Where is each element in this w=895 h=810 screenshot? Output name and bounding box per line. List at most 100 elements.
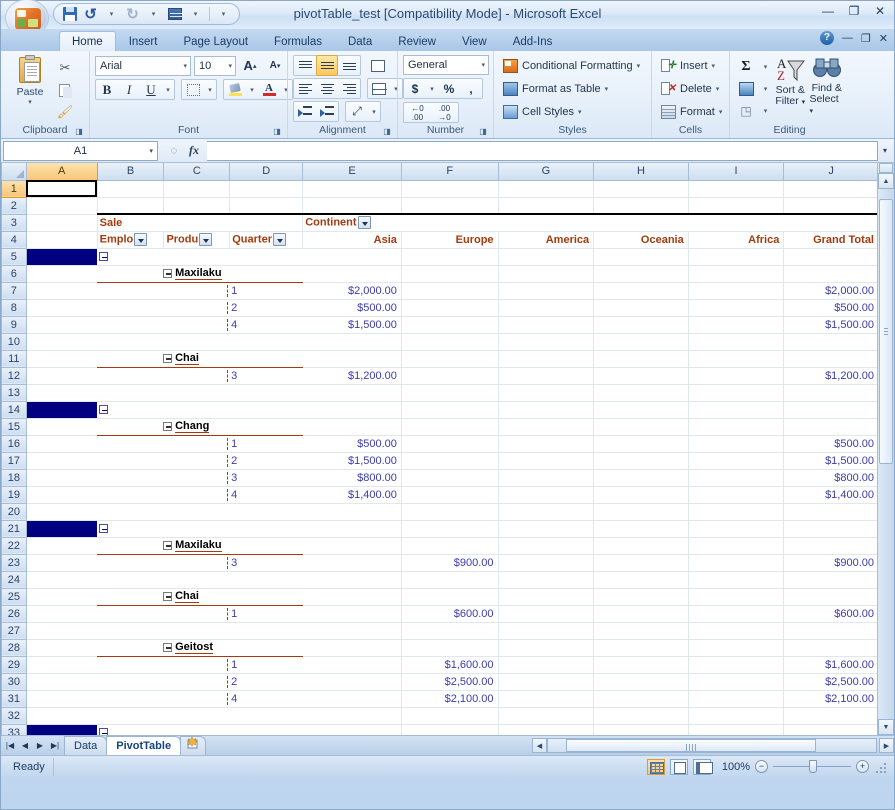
row-header-28[interactable]: 28 <box>1 638 27 657</box>
pivot-value-america-row27[interactable] <box>498 622 595 640</box>
pivot-value-america-row29[interactable] <box>498 656 595 674</box>
expand-formula-bar-button[interactable]: ▾ <box>878 141 892 161</box>
cell-G1[interactable] <box>498 180 595 198</box>
normal-view-button[interactable] <box>647 758 665 775</box>
cell-A2[interactable] <box>26 197 98 215</box>
insert-cells-button[interactable]: ✛ Insert ▾ <box>657 55 719 76</box>
copy-button[interactable] <box>54 80 76 100</box>
shrink-font-button[interactable]: A ▾ <box>264 55 286 76</box>
row-header-11[interactable]: 11 <box>1 349 27 368</box>
help-icon[interactable]: ? <box>819 31 834 45</box>
page-break-view-button[interactable] <box>693 758 713 775</box>
pivot-value-america-row12[interactable] <box>498 367 595 385</box>
pivot-value-total-row9[interactable]: $1,500.00 <box>783 316 879 334</box>
cell-A21[interactable] <box>26 520 98 538</box>
pivot-row-quarter[interactable]: 3 <box>97 554 303 572</box>
cell-A18[interactable] <box>26 469 98 487</box>
bold-button[interactable]: B <box>96 79 118 100</box>
cell-E1[interactable] <box>302 180 402 198</box>
pivot-value-africa-row8[interactable] <box>688 299 785 317</box>
pivot-value-africa-row27[interactable] <box>688 622 785 640</box>
row-header-32[interactable]: 32 <box>1 706 27 725</box>
cell-A6[interactable] <box>26 265 98 283</box>
collapse-button[interactable] <box>99 524 109 534</box>
pivot-value-asia-row16[interactable]: $500.00 <box>302 435 402 453</box>
pivot-value-europe-row9[interactable] <box>401 316 499 334</box>
pivot-value-africa-row7[interactable] <box>688 282 785 300</box>
pivot-row-product[interactable]: Maxilaku <box>97 265 303 283</box>
pivot-value-africa-row25[interactable] <box>688 588 785 606</box>
pivot-value-africa-row29[interactable] <box>688 656 785 674</box>
pivot-row-product[interactable]: Chai <box>97 350 303 368</box>
maximize-button[interactable]: ❐ <box>846 4 862 18</box>
pivot-value-europe-row8[interactable] <box>401 299 499 317</box>
underline-button[interactable]: U <box>140 79 162 100</box>
column-header-b[interactable]: B <box>96 163 165 181</box>
pivot-value-oceania-row30[interactable] <box>593 673 689 691</box>
pivot-value-asia-row31[interactable] <box>302 690 402 708</box>
pivot-value-america-row31[interactable] <box>498 690 595 708</box>
row-header-33[interactable]: 33 <box>1 723 27 735</box>
scroll-up-button[interactable]: ▲ <box>878 173 894 189</box>
pivot-value-oceania-row27[interactable] <box>593 622 689 640</box>
resize-grip[interactable] <box>874 761 886 773</box>
pivot-value-europe-row13[interactable] <box>401 384 499 402</box>
pivot-value-total-row7[interactable]: $2,000.00 <box>783 282 879 300</box>
horizontal-scrollbar[interactable] <box>547 738 877 753</box>
pivot-value-europe-row21[interactable]: $7,700.00 <box>401 520 499 538</box>
formula-input[interactable] <box>207 140 878 161</box>
collapse-button[interactable] <box>99 405 109 415</box>
vertical-scroll-thumb[interactable] <box>879 199 893 464</box>
pivot-value-europe-row11[interactable] <box>401 350 499 368</box>
pivot-value-america-row32[interactable] <box>498 707 595 725</box>
pivot-row-quarter[interactable]: 3 <box>97 469 303 487</box>
zoom-slider-thumb[interactable] <box>809 760 817 773</box>
pivot-value-europe-row5[interactable] <box>401 248 499 266</box>
fill-color-dropdown[interactable]: ▾ <box>246 79 258 100</box>
find-select-button[interactable]: Find & Select ▾ <box>810 55 845 117</box>
column-header-h[interactable]: H <box>593 163 689 181</box>
product-filter-dropdown[interactable] <box>199 233 213 246</box>
pivot-value-america-row19[interactable] <box>498 486 595 504</box>
clear-button[interactable]: ◳ <box>735 100 757 121</box>
pivot-value-africa-row15[interactable] <box>688 418 785 436</box>
collapse-button[interactable] <box>99 252 109 262</box>
pivot-value-total-row8[interactable]: $500.00 <box>783 299 879 317</box>
middle-align-button[interactable] <box>316 55 338 76</box>
cell-H1[interactable] <box>593 180 689 198</box>
pivot-value-asia-row19[interactable]: $1,400.00 <box>302 486 402 504</box>
pivot-value-europe-row30[interactable]: $2,500.00 <box>401 673 499 691</box>
collapse-button[interactable] <box>163 268 173 278</box>
pivot-value-asia-row10[interactable] <box>302 333 402 351</box>
pivot-value-oceania-row16[interactable] <box>593 435 689 453</box>
row-header-3[interactable]: 3 <box>1 213 27 232</box>
row-header-17[interactable]: 17 <box>1 451 27 470</box>
font-name-combo[interactable]: Arial ▾ <box>95 55 191 76</box>
format-as-table-button[interactable]: Format as Table ▾ <box>499 78 612 99</box>
increase-decimal-button[interactable]: ←0.00 <box>404 102 431 123</box>
minimize-button[interactable]: — <box>820 4 836 18</box>
row-header-8[interactable]: 8 <box>1 298 27 317</box>
pivot-value-africa-row16[interactable] <box>688 435 785 453</box>
row-header-30[interactable]: 30 <box>1 672 27 691</box>
pivot-row-product[interactable]: Maxilaku <box>97 537 303 555</box>
cell-J1[interactable] <box>783 180 879 198</box>
pivot-value-total-row18[interactable]: $800.00 <box>783 469 879 487</box>
pivot-value-oceania-row5[interactable] <box>593 248 689 266</box>
row-header-16[interactable]: 16 <box>1 434 27 453</box>
row-header-18[interactable]: 18 <box>1 468 27 487</box>
pivot-value-europe-row7[interactable] <box>401 282 499 300</box>
zoom-in-button[interactable]: + <box>856 760 869 773</box>
pivot-value-america-row8[interactable] <box>498 299 595 317</box>
font-color-button[interactable]: A <box>258 79 280 100</box>
pivot-value-total-row23[interactable]: $900.00 <box>783 554 879 572</box>
pivot-value-total-row16[interactable]: $500.00 <box>783 435 879 453</box>
pivot-value-america-row14[interactable] <box>498 401 595 419</box>
pivot-value-total-row28[interactable]: $6,200.00 <box>783 639 879 657</box>
orientation-button[interactable]: ⤢ <box>346 101 368 122</box>
bottom-align-button[interactable] <box>338 55 360 76</box>
pivot-row-blank[interactable] <box>97 622 303 640</box>
pivot-row-blank[interactable] <box>97 333 303 351</box>
pivot-value-europe-row27[interactable] <box>401 622 499 640</box>
cell-B1[interactable] <box>97 180 165 198</box>
